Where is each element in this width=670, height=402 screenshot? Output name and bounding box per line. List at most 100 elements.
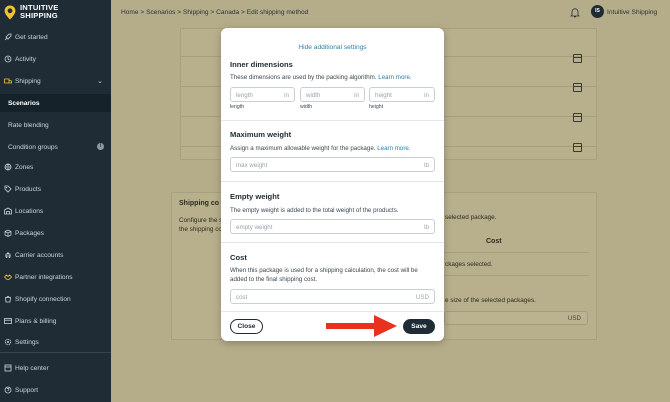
- location-pin-logo-icon: [4, 5, 16, 20]
- background-card-desc: Configure the s: [179, 217, 223, 224]
- background-currency: USD: [567, 315, 581, 322]
- top-bar: Home > Scenarios > Shipping > Canada > E…: [111, 0, 670, 26]
- maximum-weight-desc-text: Assign a maximum allowable weight for th…: [230, 145, 376, 152]
- height-label: height: [369, 104, 384, 110]
- width-input[interactable]: width in: [300, 87, 365, 102]
- sidebar-item-label: Support: [15, 386, 39, 394]
- background-text: selected package.: [445, 214, 497, 221]
- unit-label: lb: [424, 224, 429, 231]
- calendar-icon[interactable]: [573, 113, 582, 122]
- breadcrumb[interactable]: Home > Scenarios > Shipping > Canada > E…: [121, 9, 308, 16]
- sidebar-item-label: Settings: [15, 338, 39, 346]
- background-cost-header: Cost: [486, 238, 502, 245]
- sidebar-item-label: Get started: [15, 33, 48, 41]
- length-input[interactable]: length in: [230, 87, 295, 102]
- sidebar-item-label: Products: [15, 185, 42, 193]
- help-icon: [4, 364, 12, 372]
- background-card-title: Shipping co: [179, 200, 220, 207]
- empty-weight-placeholder: empty weight: [236, 224, 273, 231]
- inner-dimensions-desc-text: These dimensions are used by the packing…: [230, 74, 377, 81]
- sidebar-divider: [0, 352, 111, 353]
- section-divider: [221, 120, 444, 121]
- box-icon: [4, 229, 12, 237]
- cost-input[interactable]: cost USD: [230, 289, 435, 304]
- user-name[interactable]: Intuitive Shipping: [607, 9, 657, 16]
- sidebar-item-packages[interactable]: Packages: [0, 224, 111, 242]
- gear-icon: [4, 338, 12, 346]
- sidebar-item-label: Condition groups: [8, 143, 58, 151]
- tag-icon: [4, 185, 12, 193]
- cost-desc-line2: added to the final shipping cost.: [230, 276, 318, 283]
- sidebar-item-plans-billing[interactable]: Plans & billing: [0, 312, 111, 330]
- sidebar-item-products[interactable]: Products: [0, 180, 111, 198]
- cost-title: Cost: [230, 253, 247, 262]
- chevron-down-icon: ⌄: [97, 78, 103, 85]
- length-label: length: [230, 104, 245, 110]
- max-weight-placeholder: max weight: [236, 162, 268, 169]
- bell-icon[interactable]: [570, 7, 580, 18]
- sidebar-item-label: Scenarios: [8, 99, 40, 107]
- sidebar-item-label: Zones: [15, 163, 34, 171]
- sidebar-item-settings[interactable]: Settings: [0, 333, 111, 351]
- sidebar-item-label: Carrier accounts: [15, 251, 64, 259]
- calendar-icon[interactable]: [573, 83, 582, 92]
- sidebar-item-locations[interactable]: Locations: [0, 202, 111, 220]
- sidebar-item-zones[interactable]: Zones: [0, 158, 111, 176]
- sidebar-item-rate-blending[interactable]: Rate blending: [0, 116, 111, 134]
- sidebar-item-label: Packages: [15, 229, 44, 237]
- inner-dimensions-desc: These dimensions are used by the packing…: [230, 73, 435, 82]
- sidebar-item-shipping[interactable]: Shipping ⌄: [0, 72, 111, 90]
- width-label: width: [300, 104, 313, 110]
- learn-more-link[interactable]: Learn more.: [378, 74, 411, 81]
- logo-text-line2: SHIPPING: [20, 11, 58, 20]
- sidebar-item-partner-integrations[interactable]: Partner integrations: [0, 268, 111, 286]
- sidebar-item-label: Activity: [15, 55, 36, 63]
- background-card-desc: the shipping co: [179, 226, 222, 233]
- avatar[interactable]: IS: [591, 5, 604, 18]
- max-weight-input[interactable]: max weight lb: [230, 157, 435, 172]
- width-placeholder: width: [306, 92, 321, 99]
- height-input[interactable]: height in: [369, 87, 435, 102]
- background-cost-input[interactable]: USD: [444, 311, 588, 325]
- sidebar-item-activity[interactable]: Activity: [0, 50, 111, 68]
- sidebar-item-shopify-connection[interactable]: Shopify connection: [0, 290, 111, 308]
- edit-package-modal: Hide additional settings Inner dimension…: [221, 28, 444, 341]
- background-text: e size of the selected packages.: [445, 297, 536, 304]
- app-logo[interactable]: INTUITIVE SHIPPING: [4, 4, 59, 20]
- length-placeholder: length: [236, 92, 253, 99]
- sidebar: INTUITIVE SHIPPING Get started Activity …: [0, 0, 111, 402]
- sidebar-item-label: Shopify connection: [15, 295, 71, 303]
- unit-label: lb: [424, 162, 429, 169]
- sidebar-item-scenarios[interactable]: Scenarios: [0, 94, 111, 112]
- sidebar-item-support[interactable]: Support: [0, 381, 111, 399]
- calendar-icon[interactable]: [573, 143, 582, 152]
- sidebar-item-label: Partner integrations: [15, 273, 73, 281]
- sidebar-item-label: Shipping: [15, 77, 41, 85]
- inner-dimensions-title: Inner dimensions: [230, 60, 293, 69]
- background-text: ckages selected.: [445, 261, 493, 268]
- unit-label: in: [284, 92, 289, 99]
- learn-more-link[interactable]: Learn more.: [377, 145, 410, 152]
- empty-weight-title: Empty weight: [230, 192, 280, 201]
- sidebar-item-condition-groups[interactable]: Condition groups i: [0, 138, 111, 156]
- height-placeholder: height: [375, 92, 392, 99]
- sidebar-item-carrier-accounts[interactable]: Carrier accounts: [0, 246, 111, 264]
- sidebar-item-label: Plans & billing: [15, 317, 57, 325]
- sidebar-item-help-center[interactable]: Help center: [0, 359, 111, 377]
- rocket-icon: [4, 33, 12, 41]
- sidebar-item-get-started[interactable]: Get started: [0, 28, 111, 46]
- sidebar-item-label: Help center: [15, 364, 49, 372]
- maximum-weight-title: Maximum weight: [230, 130, 292, 139]
- close-button[interactable]: Close: [230, 319, 263, 334]
- calendar-icon[interactable]: [573, 54, 582, 63]
- billing-icon: [4, 317, 12, 325]
- support-icon: [4, 386, 12, 394]
- hide-additional-settings-link[interactable]: Hide additional settings: [221, 44, 444, 51]
- section-divider: [221, 181, 444, 182]
- save-button[interactable]: Save: [403, 319, 435, 334]
- unit-label: in: [424, 92, 429, 99]
- sidebar-item-label: Rate blending: [8, 121, 49, 129]
- carrier-icon: [4, 251, 12, 259]
- empty-weight-input[interactable]: empty weight lb: [230, 219, 435, 234]
- section-divider: [221, 311, 444, 312]
